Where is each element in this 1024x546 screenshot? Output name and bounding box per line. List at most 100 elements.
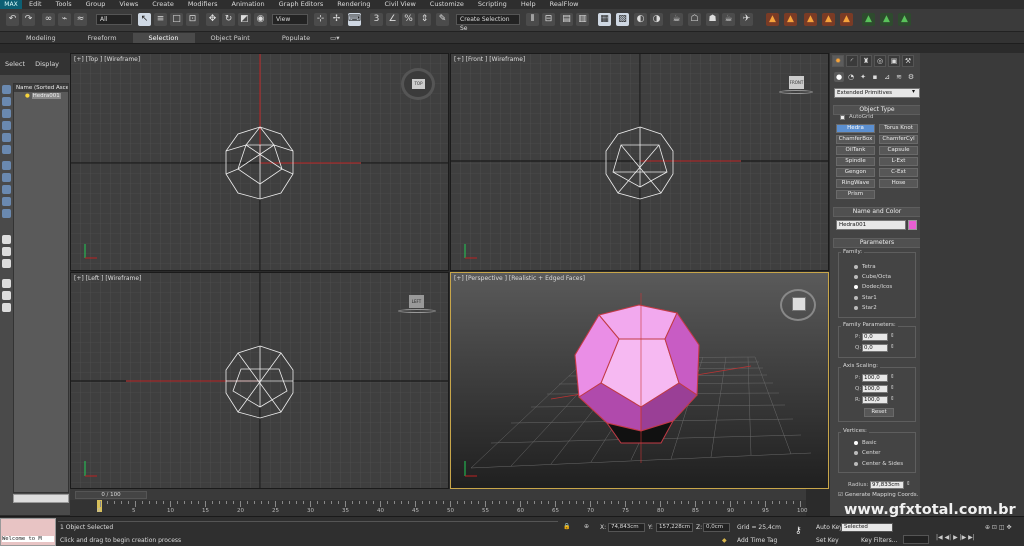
helpers-category-icon[interactable]: ⊿ (882, 72, 892, 82)
ref-coord-dropdown[interactable]: View (272, 14, 308, 25)
render-activeshade-icon[interactable]: ✈ (740, 13, 753, 26)
realflow-export-icon[interactable]: ▲ (898, 13, 911, 26)
rect-selection-icon[interactable]: □ (170, 13, 183, 26)
snap-toggle-icon[interactable]: 3 (370, 13, 383, 26)
menu-edit[interactable]: Edit (22, 0, 49, 9)
link-icon[interactable]: ∞ (42, 13, 55, 26)
undo-icon[interactable]: ↶ (6, 13, 19, 26)
viewcube-front[interactable]: FRONT (779, 74, 813, 96)
display-bones-icon[interactable] (2, 185, 11, 194)
object-category-dropdown[interactable]: Extended Primitives (834, 88, 920, 98)
axis-p-spinner[interactable]: 100,0 (862, 374, 888, 382)
display-all-icon[interactable] (2, 235, 11, 244)
spinner-arrows-icon[interactable]: ⇕ (890, 385, 895, 391)
menu-realflow[interactable]: RealFlow (543, 0, 586, 9)
shapes-category-icon[interactable]: ◔ (846, 72, 856, 82)
realflow-emitter-icon[interactable]: ▲ (766, 13, 779, 26)
scene-tab-display[interactable]: Display (30, 60, 64, 68)
systems-category-icon[interactable]: ⚙ (906, 72, 916, 82)
select-object-icon[interactable]: ↖ (138, 13, 151, 26)
z-coordinate[interactable]: 0,0cm (703, 523, 730, 532)
time-tag-icon[interactable]: ◆ (722, 537, 727, 544)
scene-horizontal-scrollbar[interactable] (13, 494, 69, 503)
cameras-category-icon[interactable]: ▪ (870, 72, 880, 82)
find-icon[interactable] (2, 291, 11, 300)
display-helpers-icon[interactable] (2, 133, 11, 142)
family-tetra-radio[interactable]: Tetra (854, 264, 876, 270)
maxscript-welcome[interactable]: Welcome to M (2, 536, 54, 542)
display-xrefs-icon[interactable] (2, 173, 11, 182)
graphite-ribbon-icon[interactable]: ▥ (576, 13, 589, 26)
redo-icon[interactable]: ↷ (22, 13, 35, 26)
mirror-icon[interactable]: ⫴ (526, 13, 539, 26)
utilities-tab-icon[interactable]: ⚒ (902, 55, 914, 67)
menu-modifiers[interactable]: Modifiers (181, 0, 225, 9)
menu-scripting[interactable]: Scripting (471, 0, 514, 9)
viewcube-perspective[interactable] (780, 289, 816, 321)
realflow-daemon-icon[interactable]: ▲ (804, 13, 817, 26)
parameters-rollout[interactable]: Parameters (833, 238, 921, 248)
object-type-button[interactable]: L-Ext (879, 157, 918, 166)
realflow-reset-icon[interactable]: ▲ (880, 13, 893, 26)
viewport-top[interactable]: [+] [Top ] [Wireframe] TOP (70, 53, 449, 271)
scene-item[interactable]: ● Hedra001 (14, 92, 68, 100)
key-filters-button[interactable]: Key Filters... (861, 537, 898, 544)
family-dodec-icos-radio[interactable]: Dodec/Icos (854, 284, 892, 290)
layer-explorer-icon[interactable]: ▤ (560, 13, 573, 26)
scene-header[interactable]: Name (Sorted Ascen (14, 84, 68, 92)
display-containers-icon[interactable] (2, 197, 11, 206)
place-icon[interactable]: ◉ (254, 13, 267, 26)
menu-customize[interactable]: Customize (423, 0, 471, 9)
autogrid-checkbox[interactable] (840, 115, 845, 120)
viewcube-left[interactable]: LEFT (398, 293, 436, 315)
spinner-arrows-icon[interactable]: ⇕ (890, 396, 895, 402)
scale-icon[interactable]: ◩ (238, 13, 251, 26)
reset-button[interactable]: Reset (864, 408, 894, 417)
spacewarps-category-icon[interactable]: ≋ (894, 72, 904, 82)
object-type-button[interactable]: Torus Knot (879, 124, 918, 133)
key-icon[interactable]: ⚷ (795, 526, 802, 536)
realflow-domain-icon[interactable]: ▲ (784, 13, 797, 26)
axis-r-spinner[interactable]: 100,0 (862, 396, 888, 404)
realflow-wave-icon[interactable]: ▲ (840, 13, 853, 26)
align-icon[interactable]: ⊟ (542, 13, 555, 26)
display-groups-icon[interactable] (2, 161, 11, 170)
object-type-button[interactable]: RingWave (836, 179, 875, 188)
family-star2-radio[interactable]: Star2 (854, 305, 877, 311)
app-logo[interactable]: MAX (0, 0, 22, 9)
object-type-button[interactable]: OilTank (836, 146, 875, 155)
rendered-frame-icon[interactable]: ☖ (688, 13, 701, 26)
add-time-tag[interactable]: Add Time Tag (737, 537, 777, 544)
vertices-center-sides-radio[interactable]: Center & Sides (854, 461, 903, 467)
menu-views[interactable]: Views (112, 0, 145, 9)
radius-spinner[interactable]: 97,833cm (870, 481, 904, 489)
tab-populate[interactable]: Populate (266, 33, 326, 43)
display-spacewarps-icon[interactable] (2, 145, 11, 154)
family-cube-octa-radio[interactable]: Cube/Octa (854, 274, 891, 280)
unlink-icon[interactable]: ⌁ (58, 13, 71, 26)
create-tab-icon[interactable]: ✹ (832, 55, 844, 67)
curve-editor-icon[interactable]: ▦ (598, 13, 611, 26)
object-type-button[interactable]: ChamferCyl (879, 135, 918, 144)
window-crossing-icon[interactable]: ⊡ (186, 13, 199, 26)
selection-filter-dropdown[interactable]: All (96, 14, 132, 25)
viewcube-perspective-face[interactable] (792, 297, 806, 311)
gen-mapping-checkbox[interactable]: ☑ Generate Mapping Coords. (838, 492, 918, 498)
spinner-arrows-icon[interactable]: ⇕ (890, 344, 895, 350)
move-icon[interactable]: ✥ (206, 13, 219, 26)
viewport-front[interactable]: [+] [Front ] [Wireframe] FRONT (450, 53, 829, 271)
set-key-button[interactable]: Set Key (816, 537, 839, 544)
vertices-center-radio[interactable]: Center (854, 450, 881, 456)
hierarchy-tab-icon[interactable]: ♜ (860, 55, 872, 67)
viewport-left-label[interactable]: [+] [Left ] [Wireframe] (74, 275, 141, 282)
axis-q-spinner[interactable]: 100,0 (862, 385, 888, 393)
object-type-button[interactable]: Hedra (836, 124, 875, 133)
modify-tab-icon[interactable]: ◜ (846, 55, 858, 67)
pivot-center-icon[interactable]: ⊹ (314, 13, 327, 26)
realflow-mesh-icon[interactable]: ▲ (822, 13, 835, 26)
menu-animation[interactable]: Animation (225, 0, 272, 9)
menu-graph-editors[interactable]: Graph Editors (272, 0, 331, 9)
object-type-rollout[interactable]: Object Type (833, 105, 921, 115)
motion-tab-icon[interactable]: ◎ (874, 55, 886, 67)
tab-object-paint[interactable]: Object Paint (195, 33, 266, 43)
